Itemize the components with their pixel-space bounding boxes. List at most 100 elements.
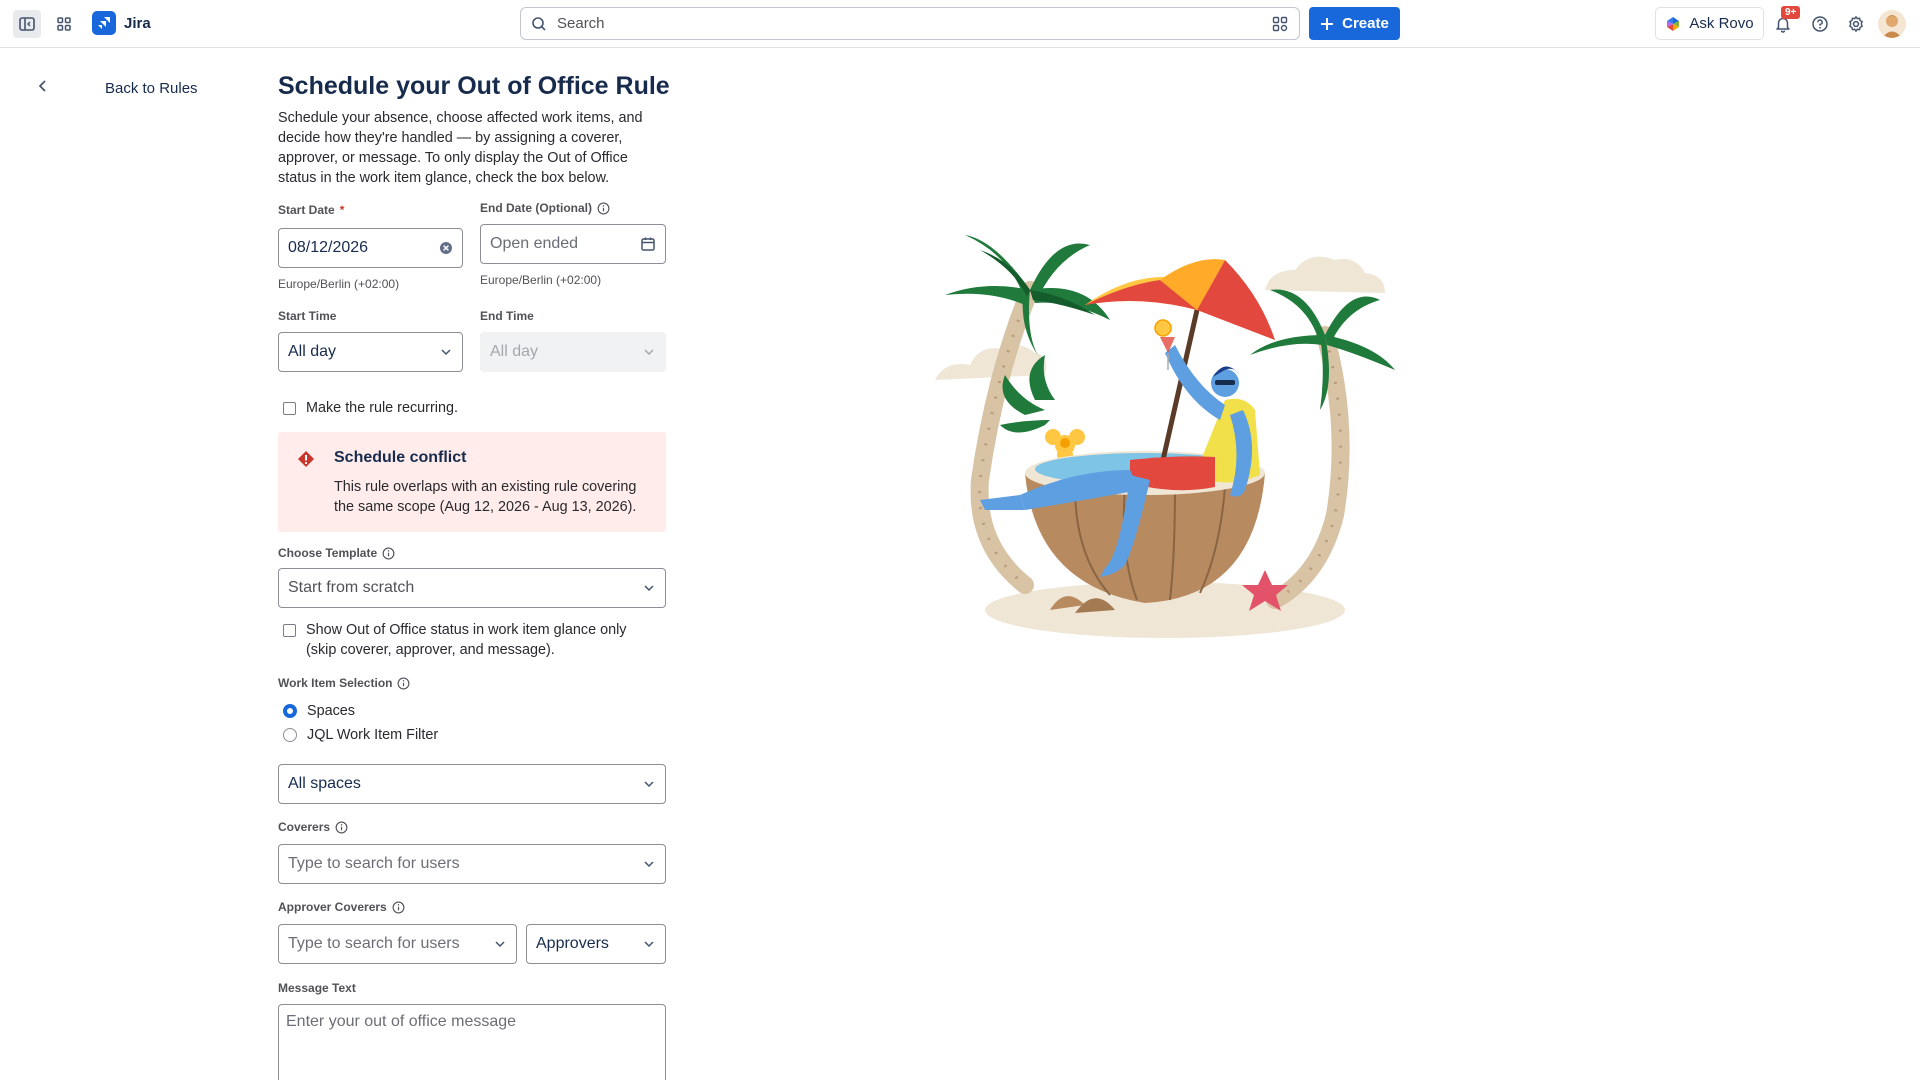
glance-only-checkbox[interactable] xyxy=(283,624,296,637)
message-text-label: Message Text xyxy=(278,981,356,995)
calendar-icon[interactable] xyxy=(640,236,656,252)
start-time-label-text: Start Time xyxy=(278,309,337,323)
jql-radio-label: JQL Work Item Filter xyxy=(307,727,439,743)
app-name: Jira xyxy=(124,14,151,32)
end-time-label-text: End Time xyxy=(480,309,534,323)
jira-logo-icon xyxy=(92,11,116,35)
required-mark: * xyxy=(339,203,345,217)
create-label: Create xyxy=(1342,15,1389,32)
help-icon xyxy=(1812,16,1828,32)
recurring-checkbox[interactable] xyxy=(283,402,296,415)
vacation-illustration xyxy=(935,235,1395,638)
start-time-label: Start Time xyxy=(278,309,336,323)
end-time-value: All day xyxy=(490,343,539,360)
end-date-placeholder: Open ended xyxy=(490,235,579,252)
chevron-down-icon xyxy=(441,349,451,356)
start-date-timezone: Europe/Berlin (+02:00) xyxy=(278,277,400,291)
message-placeholder: Enter your out of office message xyxy=(286,1013,517,1030)
start-date-label-text: Start Date xyxy=(278,203,335,217)
spaces-radio[interactable] xyxy=(283,704,297,718)
alert-message: This rule overlaps with an existing rule… xyxy=(334,479,637,515)
chevron-left-icon xyxy=(38,80,46,92)
radio-option-spaces[interactable]: Spaces xyxy=(278,703,355,719)
glance-only-checkbox-row[interactable]: Show Out of Office status in work item g… xyxy=(278,620,666,660)
approver-role-value: Approvers xyxy=(536,935,609,952)
start-time-select[interactable]: All day xyxy=(278,332,463,372)
template-value: Start from scratch xyxy=(288,579,415,596)
error-icon xyxy=(297,450,315,473)
sidebar-toggle-button[interactable] xyxy=(13,10,41,38)
info-icon[interactable] xyxy=(335,821,348,834)
end-time-select: All day xyxy=(480,332,666,372)
coverers-label-text: Coverers xyxy=(278,820,331,834)
coverers-select[interactable]: Type to search for users xyxy=(278,844,666,884)
clear-icon[interactable] xyxy=(439,241,453,255)
chevron-down-icon xyxy=(495,941,505,948)
work-item-selection-label-text: Work Item Selection xyxy=(278,676,393,690)
help-button[interactable] xyxy=(1806,10,1834,38)
glance-only-label: Show Out of Office status in work item g… xyxy=(306,622,627,658)
template-label: Choose Template xyxy=(278,546,395,560)
end-date-label-text: End Date (Optional) xyxy=(480,201,592,215)
recurring-label: Make the rule recurring. xyxy=(306,400,458,416)
ask-rovo-button[interactable]: Ask Rovo xyxy=(1655,7,1764,40)
jql-radio[interactable] xyxy=(283,728,297,742)
spaces-value: All spaces xyxy=(288,775,361,792)
info-icon[interactable] xyxy=(597,202,610,215)
chevron-down-icon xyxy=(644,349,654,356)
approver-coverers-label-text: Approver Coverers xyxy=(278,900,387,914)
gear-icon xyxy=(1849,16,1863,32)
recurring-checkbox-row[interactable]: Make the rule recurring. xyxy=(278,398,458,418)
spaces-select[interactable]: All spaces xyxy=(278,764,666,804)
start-time-value: All day xyxy=(288,343,337,360)
end-date-label: End Date (Optional) xyxy=(480,201,610,215)
info-icon[interactable] xyxy=(382,547,395,560)
end-date-field[interactable]: Open ended xyxy=(480,224,666,264)
app-grid-icon xyxy=(57,17,71,31)
start-date-field[interactable]: 08/12/2026 xyxy=(278,228,463,268)
user-avatar[interactable] xyxy=(1878,10,1906,38)
chevron-down-icon xyxy=(644,781,654,788)
settings-button[interactable] xyxy=(1842,10,1870,38)
search-input[interactable]: Search xyxy=(520,7,1300,40)
filter-grid-icon[interactable] xyxy=(1271,15,1289,33)
back-to-rules-link[interactable]: Back to Rules xyxy=(105,80,198,97)
info-icon[interactable] xyxy=(397,677,410,690)
approver-coverers-select[interactable]: Type to search for users xyxy=(278,924,517,964)
ask-rovo-label: Ask Rovo xyxy=(1689,15,1754,32)
create-button[interactable]: Create xyxy=(1309,7,1400,40)
search-placeholder: Search xyxy=(557,15,605,32)
sidebar-panel-icon xyxy=(19,17,35,31)
plus-icon xyxy=(1321,17,1334,30)
rovo-icon xyxy=(1667,16,1680,31)
approver-role-select[interactable]: Approvers xyxy=(526,924,666,964)
jira-home-link[interactable]: Jira xyxy=(92,11,151,35)
end-date-timezone: Europe/Berlin (+02:00) xyxy=(480,273,602,287)
coverers-placeholder: Type to search for users xyxy=(288,855,460,872)
top-navigation-bar: Jira Search Create Ask Rovo 9+ xyxy=(0,0,1920,48)
back-button[interactable] xyxy=(35,78,51,99)
message-text-label-text: Message Text xyxy=(278,981,356,995)
chevron-down-icon xyxy=(644,861,654,868)
search-icon xyxy=(532,16,546,31)
chevron-down-icon xyxy=(644,585,654,592)
start-date-value: 08/12/2026 xyxy=(288,239,369,256)
approver-coverers-label: Approver Coverers xyxy=(278,900,405,914)
approver-coverers-placeholder: Type to search for users xyxy=(288,935,460,952)
page-title: Schedule your Out of Office Rule xyxy=(278,72,670,100)
template-select[interactable]: Start from scratch xyxy=(278,568,666,608)
notification-count-badge: 9+ xyxy=(1781,6,1801,19)
radio-option-jql[interactable]: JQL Work Item Filter xyxy=(278,727,438,743)
message-textarea[interactable]: Enter your out of office message xyxy=(278,1004,666,1080)
end-time-label: End Time xyxy=(480,309,534,323)
work-item-selection-label: Work Item Selection xyxy=(278,676,410,690)
alert-title: Schedule conflict xyxy=(334,449,467,466)
spaces-radio-label: Spaces xyxy=(307,703,355,719)
app-switcher-button[interactable] xyxy=(50,10,78,38)
info-icon[interactable] xyxy=(392,901,405,914)
coverers-label: Coverers xyxy=(278,820,348,834)
template-label-text: Choose Template xyxy=(278,546,378,560)
start-date-label: Start Date * xyxy=(278,203,344,217)
page-description: Schedule your absence, choose affected w… xyxy=(278,110,643,186)
chevron-down-icon xyxy=(644,941,654,948)
